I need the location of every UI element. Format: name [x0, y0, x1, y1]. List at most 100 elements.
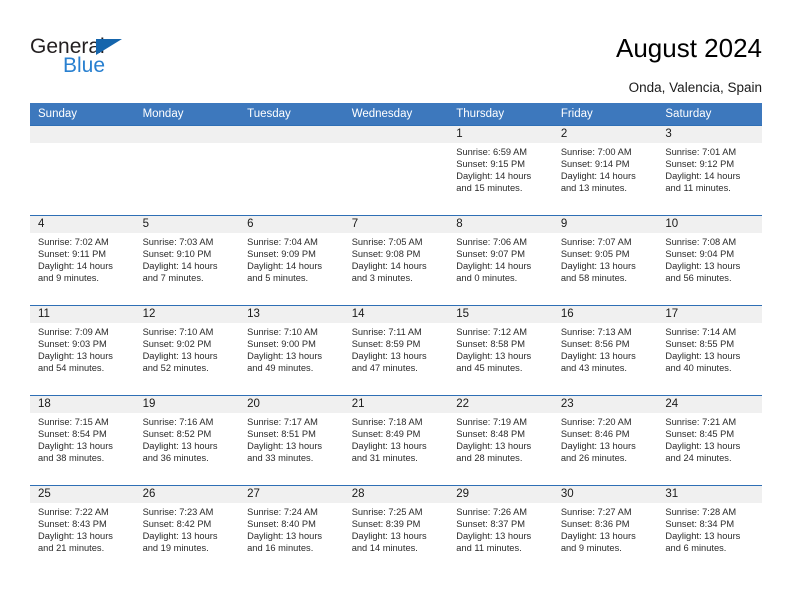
- daylight-duration-line2: and 19 minutes.: [142, 543, 209, 554]
- daylight-duration-line2: and 56 minutes.: [665, 273, 732, 284]
- day-details: Sunrise: 7:02 AM Sunset: 9:11 PM Daylight:…: [30, 233, 135, 284]
- daylight-duration-line2: and 6 minutes.: [665, 543, 727, 554]
- calendar-day-cell[interactable]: 24 Sunrise: 7:21 AM Sunset: 8:45 PM Dayligh…: [657, 395, 762, 486]
- calendar-day-cell[interactable]: 23 Sunrise: 7:20 AM Sunset: 8:46 PM Dayligh…: [552, 395, 658, 486]
- daylight-duration-line2: and 31 minutes.: [351, 453, 418, 464]
- day-details: Sunrise: 7:28 AM Sunset: 8:34 PM Daylight:…: [657, 503, 762, 554]
- day-details: Sunrise: 7:10 AM Sunset: 9:02 PM Daylight:…: [135, 323, 240, 374]
- sunset-time: Sunset: 8:37 PM: [456, 519, 525, 530]
- calendar-day-cell[interactable]: 12 Sunrise: 7:10 AM Sunset: 9:02 PM Dayligh…: [134, 305, 240, 396]
- day-number: 23: [552, 396, 658, 413]
- day-number: 1: [448, 126, 553, 143]
- day-details: Sunrise: 7:26 AM Sunset: 8:37 PM Daylight:…: [448, 503, 553, 554]
- sunrise-time: Sunrise: 7:16 AM: [142, 417, 214, 427]
- brand-logo[interactable]: General Blue: [30, 36, 160, 82]
- day-number: 15: [448, 306, 553, 323]
- calendar-day-cell[interactable]: 6 Sunrise: 7:04 AM Sunset: 9:09 PM Daylight…: [239, 215, 344, 306]
- column-header-monday: Monday: [134, 103, 240, 126]
- sunrise-time: Sunrise: 7:27 AM: [560, 507, 632, 517]
- calendar-week-row: 18 Sunrise: 7:15 AM Sunset: 8:54 PM Dayligh…: [30, 395, 762, 486]
- daylight-duration-line1: Daylight: 13 hours: [665, 441, 741, 452]
- calendar-day-cell-empty: [134, 125, 240, 216]
- day-number: 24: [657, 396, 762, 413]
- sunrise-time: Sunrise: 7:24 AM: [247, 507, 318, 517]
- daylight-duration-line2: and 45 minutes.: [456, 363, 523, 374]
- sunset-time: Sunset: 8:49 PM: [351, 429, 421, 440]
- sunset-time: Sunset: 8:58 PM: [456, 339, 525, 350]
- sunset-time: Sunset: 8:52 PM: [142, 429, 212, 440]
- calendar-day-cell[interactable]: 18 Sunrise: 7:15 AM Sunset: 8:54 PM Dayligh…: [30, 395, 135, 486]
- calendar-day-cell[interactable]: 25 Sunrise: 7:22 AM Sunset: 8:43 PM Dayligh…: [30, 485, 135, 576]
- sunrise-time: Sunrise: 6:59 AM: [456, 147, 528, 157]
- calendar-day-cell[interactable]: 15 Sunrise: 7:12 AM Sunset: 8:58 PM Dayligh…: [448, 305, 553, 396]
- day-details: Sunrise: 7:07 AM Sunset: 9:05 PM Daylight:…: [553, 233, 658, 284]
- day-details: Sunrise: 7:24 AM Sunset: 8:40 PM Daylight:…: [239, 503, 344, 554]
- calendar-day-cell[interactable]: 22 Sunrise: 7:19 AM Sunset: 8:48 PM Dayligh…: [448, 395, 553, 486]
- sunrise-time: Sunrise: 7:07 AM: [560, 237, 632, 247]
- day-number: 9: [552, 216, 658, 233]
- daylight-duration-line2: and 43 minutes.: [560, 363, 627, 374]
- calendar-day-cell[interactable]: 4 Sunrise: 7:02 AM Sunset: 9:11 PM Daylight…: [30, 215, 135, 306]
- calendar-body: 1 Sunrise: 6:59 AM Sunset: 9:15 PM Daylight…: [30, 125, 762, 576]
- calendar-day-cell[interactable]: 14 Sunrise: 7:11 AM Sunset: 8:59 PM Dayligh…: [343, 305, 449, 396]
- calendar-day-cell[interactable]: 10 Sunrise: 7:08 AM Sunset: 9:04 PM Dayligh…: [657, 215, 762, 306]
- calendar-day-cell[interactable]: 21 Sunrise: 7:18 AM Sunset: 8:49 PM Dayligh…: [343, 395, 449, 486]
- daylight-duration-line1: Daylight: 13 hours: [456, 441, 532, 452]
- calendar-day-cell[interactable]: 31 Sunrise: 7:28 AM Sunset: 8:34 PM Dayligh…: [657, 485, 762, 576]
- sunrise-time: Sunrise: 7:19 AM: [456, 417, 528, 427]
- calendar-day-cell[interactable]: 17 Sunrise: 7:14 AM Sunset: 8:55 PM Dayligh…: [657, 305, 762, 396]
- calendar-day-cell[interactable]: 9 Sunrise: 7:07 AM Sunset: 9:05 PM Daylight…: [552, 215, 658, 306]
- calendar-day-cell[interactable]: 19 Sunrise: 7:16 AM Sunset: 8:52 PM Dayligh…: [134, 395, 240, 486]
- day-number: 28: [343, 486, 449, 503]
- calendar-day-cell[interactable]: 26 Sunrise: 7:23 AM Sunset: 8:42 PM Dayligh…: [134, 485, 240, 576]
- daylight-duration-line2: and 58 minutes.: [560, 273, 627, 284]
- calendar-day-cell[interactable]: 5 Sunrise: 7:03 AM Sunset: 9:10 PM Daylight…: [134, 215, 240, 306]
- calendar-day-cell[interactable]: 7 Sunrise: 7:05 AM Sunset: 9:08 PM Daylight…: [343, 215, 449, 306]
- sunset-time: Sunset: 8:39 PM: [351, 519, 421, 530]
- sunrise-time: Sunrise: 7:21 AM: [665, 417, 737, 427]
- day-number: 27: [239, 486, 344, 503]
- column-header-friday: Friday: [552, 103, 658, 126]
- calendar-header-row: Sunday Monday Tuesday Wednesday Thursday…: [30, 103, 762, 126]
- calendar-day-cell[interactable]: 29 Sunrise: 7:26 AM Sunset: 8:37 PM Dayligh…: [448, 485, 553, 576]
- daylight-duration-line2: and 15 minutes.: [456, 183, 523, 194]
- sunrise-time: Sunrise: 7:08 AM: [665, 237, 737, 247]
- calendar-day-cell[interactable]: 2 Sunrise: 7:00 AM Sunset: 9:14 PM Daylight…: [552, 125, 658, 216]
- calendar-day-cell[interactable]: 30 Sunrise: 7:27 AM Sunset: 8:36 PM Dayligh…: [552, 485, 658, 576]
- calendar-day-cell[interactable]: 11 Sunrise: 7:09 AM Sunset: 9:03 PM Dayligh…: [30, 305, 135, 396]
- daylight-duration-line1: Daylight: 13 hours: [351, 441, 427, 452]
- daylight-duration-line1: Daylight: 13 hours: [456, 351, 532, 362]
- calendar-day-cell[interactable]: 16 Sunrise: 7:13 AM Sunset: 8:56 PM Dayligh…: [552, 305, 658, 396]
- sunset-time: Sunset: 8:48 PM: [456, 429, 525, 440]
- daylight-duration-line1: Daylight: 13 hours: [560, 351, 636, 362]
- sunrise-time: Sunrise: 7:05 AM: [351, 237, 423, 247]
- page-header: General Blue August 2024 Onda, Valencia,…: [0, 0, 792, 96]
- daylight-duration-line2: and 28 minutes.: [456, 453, 523, 464]
- day-details: Sunrise: 7:20 AM Sunset: 8:46 PM Daylight:…: [553, 413, 658, 464]
- day-details: Sunrise: 7:16 AM Sunset: 8:52 PM Daylight:…: [135, 413, 240, 464]
- calendar-day-cell[interactable]: 13 Sunrise: 7:10 AM Sunset: 9:00 PM Dayligh…: [239, 305, 344, 396]
- sunrise-time: Sunrise: 7:00 AM: [560, 147, 632, 157]
- calendar-day-cell[interactable]: 20 Sunrise: 7:17 AM Sunset: 8:51 PM Dayligh…: [239, 395, 344, 486]
- sunset-time: Sunset: 8:59 PM: [351, 339, 421, 350]
- calendar-day-cell[interactable]: 27 Sunrise: 7:24 AM Sunset: 8:40 PM Dayligh…: [239, 485, 344, 576]
- sunrise-time: Sunrise: 7:14 AM: [665, 327, 737, 337]
- day-number: 6: [239, 216, 344, 233]
- day-details: Sunrise: 7:00 AM Sunset: 9:14 PM Daylight:…: [553, 143, 658, 194]
- sunset-time: Sunset: 9:10 PM: [142, 249, 212, 260]
- calendar-day-cell[interactable]: 3 Sunrise: 7:01 AM Sunset: 9:12 PM Daylight…: [657, 125, 762, 216]
- day-details: Sunrise: 7:08 AM Sunset: 9:04 PM Daylight:…: [657, 233, 762, 284]
- daylight-duration-line1: Daylight: 13 hours: [665, 351, 741, 362]
- calendar-day-cell[interactable]: 28 Sunrise: 7:25 AM Sunset: 8:39 PM Dayligh…: [343, 485, 449, 576]
- calendar-day-cell-empty: [30, 125, 135, 216]
- calendar-day-cell[interactable]: 8 Sunrise: 7:06 AM Sunset: 9:07 PM Daylight…: [448, 215, 553, 306]
- daylight-duration-line1: Daylight: 13 hours: [142, 351, 218, 362]
- day-details: Sunrise: 7:25 AM Sunset: 8:39 PM Daylight:…: [344, 503, 449, 554]
- day-number: 25: [30, 486, 135, 503]
- daylight-duration-line2: and 0 minutes.: [456, 273, 518, 284]
- daylight-duration-line1: Daylight: 13 hours: [665, 261, 741, 272]
- daylight-duration-line2: and 47 minutes.: [351, 363, 418, 374]
- day-number: 8: [448, 216, 553, 233]
- calendar-day-cell[interactable]: 1 Sunrise: 6:59 AM Sunset: 9:15 PM Daylight…: [448, 125, 553, 216]
- sunrise-time: Sunrise: 7:01 AM: [665, 147, 737, 157]
